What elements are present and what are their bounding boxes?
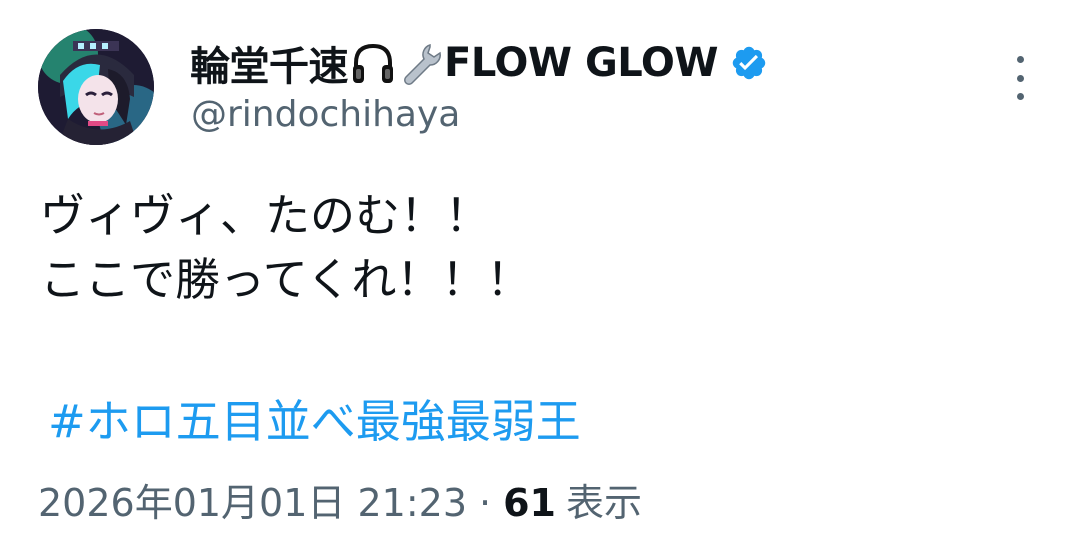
tweet-meta: 2026年01月01日 21:23 · 61 表示 [38,477,642,529]
verified-badge-icon[interactable] [730,44,768,82]
tweet-line: ヴィヴィ、たのむ！！ [40,189,491,242]
hashtag-link[interactable]: #ホロ五目並べ最強最弱王 [48,390,581,454]
more-dot [1016,93,1024,100]
more-options-icon[interactable] [1006,56,1034,100]
tweet-timestamp[interactable]: 2026年01月01日 21:23 [38,477,467,529]
author-handle[interactable]: @rindochihaya [191,94,460,135]
author-display-name[interactable]: 輪堂千速 FLOW GLOW [190,36,768,90]
tweet-text: ヴィヴィ、たのむ！！ ここで勝ってくれ！！！ [40,184,1040,312]
meta-separator: · [479,481,492,525]
tweet-line: ここで勝ってくれ！！！ [40,253,532,306]
views-count: 61 [503,481,556,525]
more-dot [1016,56,1024,63]
headphone-icon [350,41,396,85]
views-label: 表示 [566,481,643,525]
avatar-image [38,29,154,145]
avatar[interactable] [38,29,154,145]
wrench-icon [400,41,442,85]
author-name-suffix: FLOW GLOW [444,40,718,86]
author-name-text: 輪堂千速 [190,44,349,90]
more-dot [1016,74,1024,82]
